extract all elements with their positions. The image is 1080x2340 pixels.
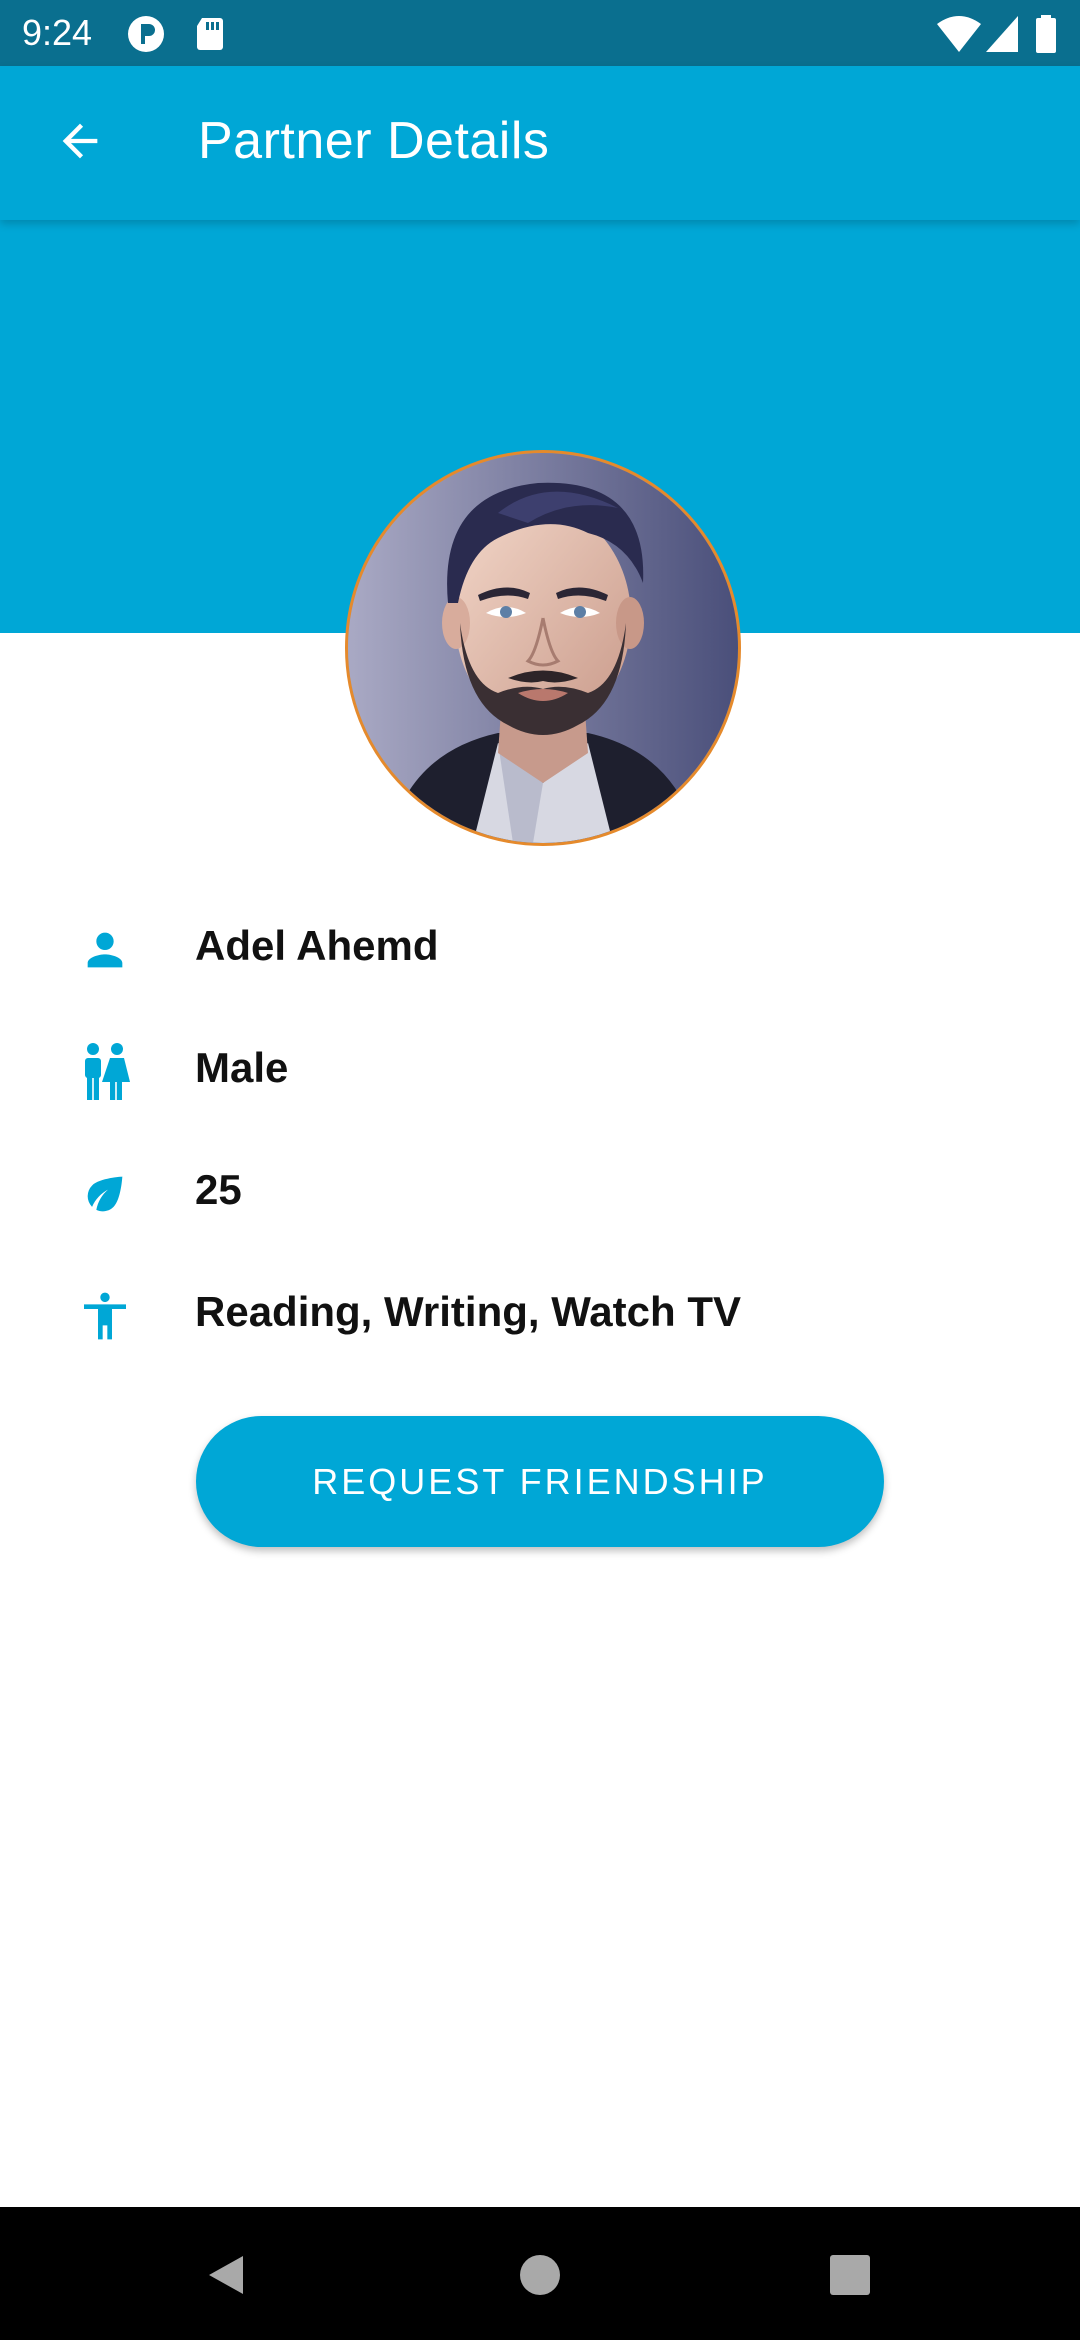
page-title: Partner Details	[198, 112, 550, 170]
arrow-back-icon	[54, 115, 106, 172]
info-row-name: Adel Ahemd	[0, 906, 1080, 986]
app-bar: Partner Details	[0, 66, 1080, 220]
nav-back-button[interactable]	[186, 2237, 266, 2317]
accessibility-icon	[75, 1286, 135, 1346]
nav-home-button[interactable]	[500, 2237, 580, 2317]
pin-app-icon	[126, 14, 166, 54]
request-friendship-button[interactable]: REQUEST FRIENDSHIP	[196, 1416, 884, 1547]
status-bar: 9:24	[0, 0, 1080, 66]
system-nav-bar	[0, 2207, 1080, 2340]
back-button[interactable]	[40, 103, 120, 183]
partner-details-screen: 9:24 Partner Details Adel Ahemd Male 25 …	[0, 0, 1080, 2340]
nav-recents-button[interactable]	[810, 2237, 890, 2317]
info-row-age: 25	[0, 1150, 1080, 1230]
partner-name: Adel Ahemd	[195, 922, 439, 969]
gender-icon	[75, 1042, 135, 1102]
avatar	[345, 450, 741, 846]
partner-age: 25	[195, 1166, 242, 1213]
nav-recents-icon	[828, 2253, 872, 2302]
partner-hobbies: Reading, Writing, Watch TV	[195, 1288, 741, 1335]
nav-back-icon	[203, 2252, 249, 2303]
partner-gender: Male	[195, 1044, 289, 1091]
nav-home-icon	[518, 2253, 562, 2302]
info-row-gender: Male	[0, 1028, 1080, 1108]
partner-avatar-illustration	[348, 453, 738, 843]
cell-signal-icon	[984, 14, 1020, 54]
status-time: 9:24	[22, 12, 93, 53]
wifi-icon	[936, 14, 982, 54]
info-row-hobbies: Reading, Writing, Watch TV	[0, 1272, 1080, 1352]
leaf-icon	[75, 1164, 135, 1224]
sd-card-icon	[190, 14, 230, 54]
person-icon	[75, 920, 135, 980]
battery-icon	[1034, 14, 1058, 54]
